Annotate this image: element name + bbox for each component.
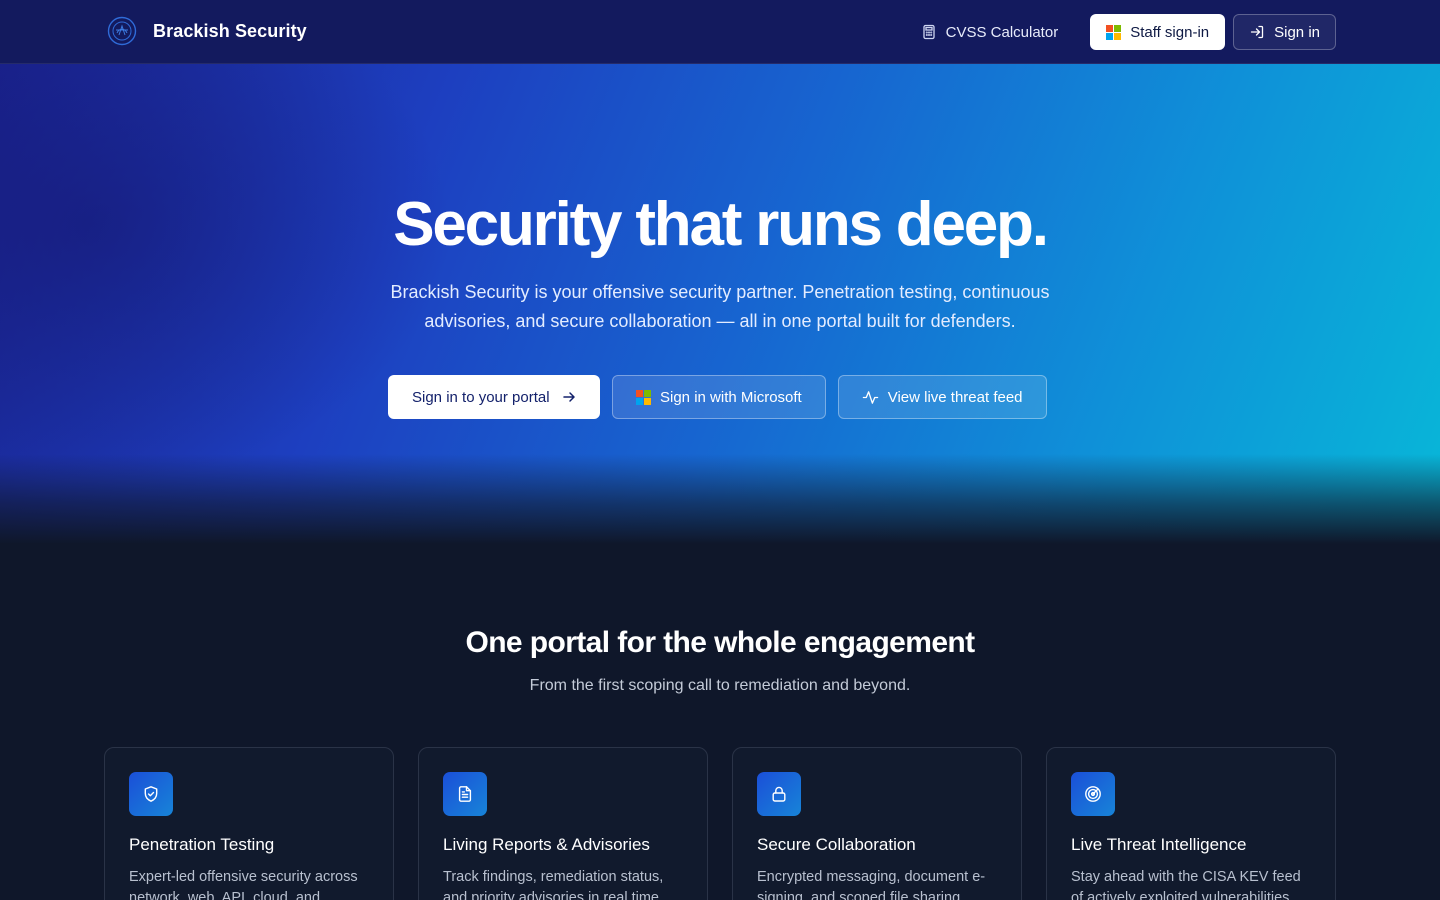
cvss-calculator-label: CVSS Calculator	[945, 23, 1059, 41]
login-icon	[1250, 25, 1264, 39]
staff-signin-label: Staff sign-in	[1130, 23, 1210, 41]
signin-label: Sign in	[1274, 23, 1320, 41]
card-description: Encrypted messaging, document e-signing,…	[757, 869, 986, 900]
card-title: Penetration Testing	[129, 835, 275, 854]
activity-icon	[862, 390, 878, 404]
feature-cards: Penetration Testing Expert-led offensive…	[104, 747, 1336, 900]
lock-icon	[772, 786, 786, 802]
cvss-calculator-link[interactable]: CVSS Calculator	[905, 14, 1075, 50]
microsoft-icon	[1106, 24, 1122, 40]
card-icon-badge	[443, 772, 487, 816]
threat-feed-label: View live threat feed	[887, 388, 1023, 406]
feature-card-penetration-testing[interactable]: Penetration Testing Expert-led offensive…	[104, 747, 394, 900]
card-description: Stay ahead with the CISA KEV feed of act…	[1071, 869, 1301, 900]
radar-icon	[1085, 786, 1101, 802]
card-icon-badge	[757, 772, 801, 816]
arrow-right-icon	[562, 392, 575, 402]
microsoft-signin-button[interactable]: Sign in with Microsoft	[612, 375, 826, 419]
microsoft-signin-label: Sign in with Microsoft	[660, 388, 802, 406]
brand-name: Brackish Security	[153, 20, 307, 41]
card-title: Live Threat Intelligence	[1071, 835, 1247, 854]
signin-button[interactable]: Sign in	[1233, 14, 1336, 50]
calculator-icon	[922, 24, 935, 40]
document-icon	[458, 786, 472, 802]
card-description: Expert-led offensive security across net…	[129, 869, 358, 900]
staff-signin-button[interactable]: Staff sign-in	[1090, 14, 1226, 50]
feature-card-living-reports[interactable]: Living Reports & Advisories Track findin…	[418, 747, 708, 900]
nav-actions: CVSS Calculator Staff sign-in Sign in	[905, 14, 1336, 50]
card-title: Secure Collaboration	[757, 835, 916, 854]
shield-icon	[144, 786, 158, 802]
hero-fade	[0, 454, 1440, 544]
card-title: Living Reports & Advisories	[443, 835, 650, 854]
feature-card-secure-collaboration[interactable]: Secure Collaboration Encrypted messaging…	[732, 747, 1022, 900]
brand[interactable]: Brackish Security	[107, 16, 307, 46]
brand-logo-icon	[107, 16, 137, 46]
features-title: One portal for the whole engagement	[465, 626, 975, 659]
card-description: Track findings, remediation status, and …	[443, 869, 664, 900]
portal-signin-button[interactable]: Sign in to your portal	[388, 375, 600, 419]
hero-title: Security that runs deep.	[393, 190, 1049, 259]
hero-subtitle: Brackish Security is your offensive secu…	[390, 282, 1050, 331]
card-icon-badge	[1071, 772, 1115, 816]
card-icon-badge	[129, 772, 173, 816]
portal-signin-label: Sign in to your portal	[412, 388, 550, 406]
threat-feed-button[interactable]: View live threat feed	[837, 375, 1047, 419]
hero-cta-group: Sign in to your portal Sign in with Micr…	[388, 375, 1047, 419]
features-subtitle: From the first scoping call to remediati…	[529, 677, 911, 694]
top-nav: Brackish Security CVSS Calculator Staff …	[0, 0, 1440, 64]
hero-section: Security that runs deep. Brackish Securi…	[0, 64, 1440, 544]
feature-card-threat-intelligence[interactable]: Live Threat Intelligence Stay ahead with…	[1046, 747, 1336, 900]
microsoft-icon	[636, 389, 651, 405]
